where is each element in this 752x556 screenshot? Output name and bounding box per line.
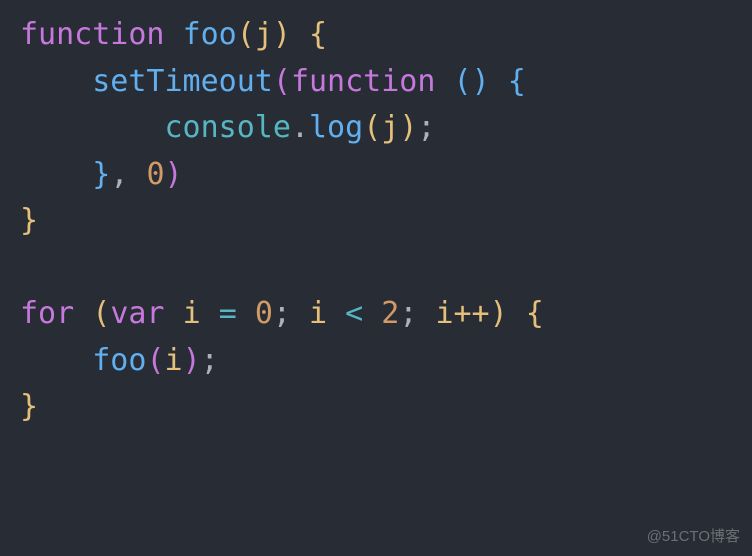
- code-block: function foo(j) { setTimeout(function ()…: [0, 0, 752, 443]
- keyword-var: var: [110, 296, 164, 331]
- line-2: setTimeout(function () {: [20, 64, 526, 99]
- keyword-for: for: [20, 296, 74, 331]
- arg-j: j: [381, 110, 399, 145]
- line-7: for (var i = 0; i < 2; i++) {: [20, 296, 544, 331]
- line-5: }: [20, 203, 38, 238]
- var-i: i: [183, 296, 201, 331]
- line-8: foo(i);: [20, 343, 219, 378]
- function-name-foo: foo: [183, 17, 237, 52]
- brace-close: }: [20, 203, 38, 238]
- num-two: 2: [381, 296, 399, 331]
- call-foo: foo: [92, 343, 146, 378]
- arg-i: i: [165, 343, 183, 378]
- param-j: j: [255, 17, 273, 52]
- line-1: function foo(j) {: [20, 17, 327, 52]
- settimeout: setTimeout: [92, 64, 273, 99]
- log-fn: log: [309, 110, 363, 145]
- console-obj: console: [165, 110, 291, 145]
- brace-open: {: [309, 17, 327, 52]
- brace-close-inner: }: [92, 157, 110, 192]
- keyword-function: function: [20, 17, 165, 52]
- line-9: }: [20, 389, 38, 424]
- line-6: [20, 250, 38, 285]
- for-brace-close: }: [20, 389, 38, 424]
- line-4: }, 0): [20, 157, 183, 192]
- line-3: console.log(j);: [20, 110, 435, 145]
- brace-open-inner: {: [508, 64, 526, 99]
- increment: i++: [435, 296, 489, 331]
- delay-num: 0: [146, 157, 164, 192]
- keyword-function-inner: function: [291, 64, 436, 99]
- watermark: @51CTO博客: [647, 525, 740, 548]
- for-brace-open: {: [526, 296, 544, 331]
- num-zero: 0: [255, 296, 273, 331]
